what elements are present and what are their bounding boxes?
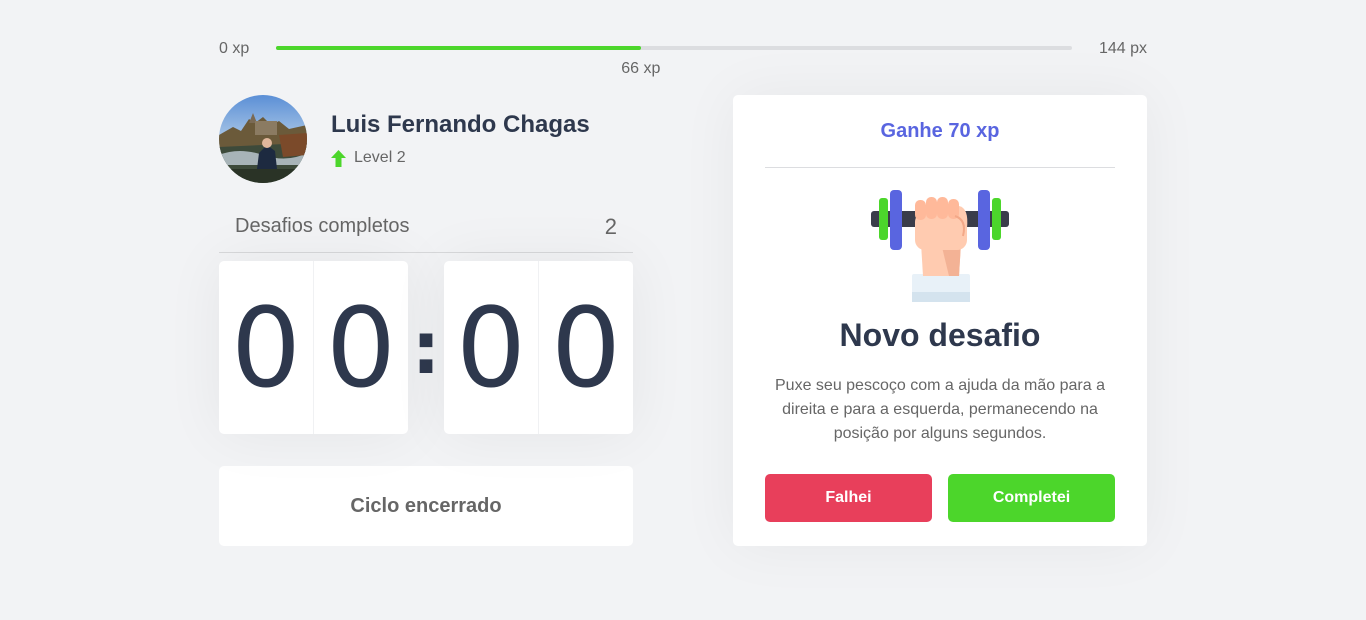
xp-current-label: 66 xp — [621, 60, 661, 77]
cycle-ended-button[interactable]: Ciclo encerrado — [219, 466, 633, 546]
profile: Luis Fernando Chagas Level 2 — [219, 95, 633, 183]
second-digit-right: 0 — [551, 283, 621, 412]
minutes-box: 0 0 — [219, 261, 408, 434]
countdown: 0 0 : 0 0 — [219, 261, 633, 434]
left-column: Luis Fernando Chagas Level 2 Desafios co… — [219, 95, 633, 546]
challenge-title: Novo desafio — [839, 317, 1041, 353]
xp-max-label: 144 px — [1098, 40, 1147, 57]
dumbbell-body-icon — [765, 188, 1115, 303]
challenge-card: Ganhe 70 xp Novo desafio Puxe seu pescoç… — [733, 95, 1147, 546]
challenge-actions: Falhei Completei — [765, 474, 1115, 522]
challenge-xp-reward: Ganhe 70 xp — [765, 95, 1115, 168]
avatar — [219, 95, 307, 183]
completed-label: Desafios completos — [235, 215, 410, 237]
second-digit-left: 0 — [444, 261, 539, 434]
countdown-separator: : — [411, 305, 441, 390]
xp-min-label: 0 xp — [219, 40, 250, 57]
completed-button[interactable]: Completei — [948, 474, 1115, 522]
xp-fill — [276, 46, 641, 50]
level-label: Level 2 — [354, 149, 406, 166]
failed-button[interactable]: Falhei — [765, 474, 932, 522]
experience-bar: 0 xp 66 xp 144 px — [219, 38, 1147, 78]
profile-info: Luis Fernando Chagas Level 2 — [331, 111, 590, 167]
challenge-description: Puxe seu pescoço com a ajuda da mão para… — [775, 377, 1105, 442]
profile-name: Luis Fernando Chagas — [331, 111, 590, 138]
minute-digit-left: 0 — [219, 261, 314, 434]
seconds-box: 0 0 — [444, 261, 633, 434]
completed-count: 2 — [604, 213, 617, 239]
minute-digit-right: 0 — [326, 283, 396, 412]
xp-track — [276, 46, 1072, 50]
profile-level: Level 2 — [331, 149, 590, 167]
completed-challenges: Desafios completos 2 — [219, 205, 633, 253]
level-up-arrow-icon — [331, 149, 346, 167]
